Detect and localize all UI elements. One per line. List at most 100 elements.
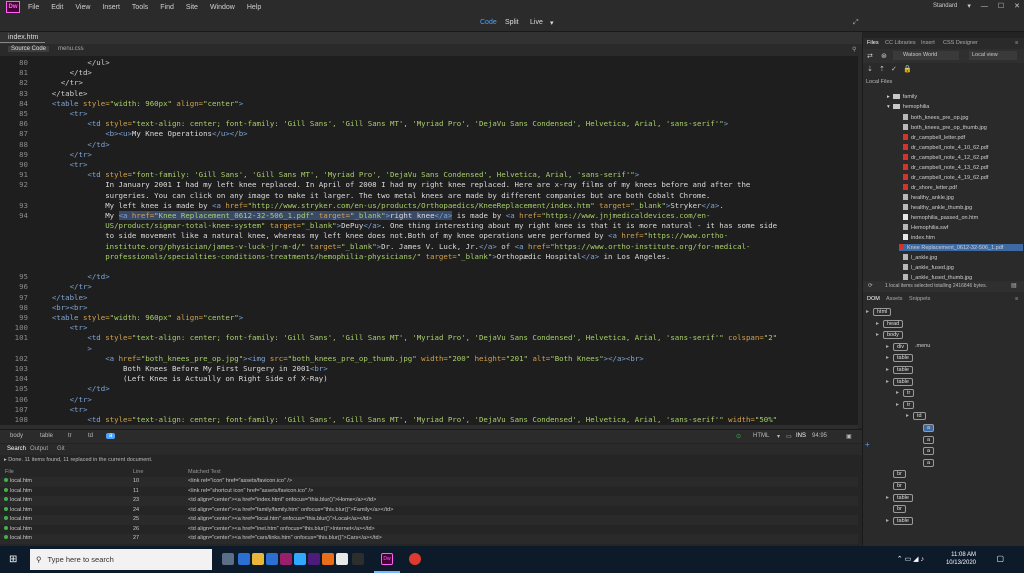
- check-circle-icon[interactable]: ⊙: [736, 433, 741, 440]
- code-line[interactable]: <a href="both_knees_pre_op.jpg"><img src…: [34, 354, 644, 364]
- dom-node-br[interactable]: br: [893, 505, 906, 514]
- dom-node-html[interactable]: html: [873, 308, 892, 316]
- code-line[interactable]: surgeries. You can click on any image to…: [34, 191, 710, 201]
- dom-node-br[interactable]: br: [893, 470, 906, 479]
- chevron-icon[interactable]: ▸: [886, 494, 889, 501]
- windows-start-icon[interactable]: ⊞: [9, 554, 17, 565]
- chevron-icon[interactable]: ▸: [886, 343, 889, 350]
- code-line[interactable]: </ul>: [34, 58, 109, 68]
- connect-icon[interactable]: ⇄: [867, 52, 873, 60]
- col-header-line[interactable]: Line: [133, 469, 143, 475]
- code-line[interactable]: </table>: [34, 89, 88, 99]
- file-item[interactable]: index.htm: [903, 234, 935, 241]
- file-item[interactable]: dr_campbell_note_4_12_62.pdf: [903, 154, 988, 161]
- dom-node-a[interactable]: a: [923, 424, 935, 432]
- dom-node-table[interactable]: table: [893, 354, 913, 363]
- file-item[interactable]: dr_campbell_note_4_13_62.pdf: [903, 164, 988, 171]
- file-item[interactable]: dr_shore_letter.pdf: [903, 184, 957, 191]
- tab-cc-libraries[interactable]: CC Libraries: [885, 40, 916, 46]
- dom-node-table[interactable]: table: [893, 516, 913, 525]
- code-line[interactable]: (Left Knee is Actually on Right Side of …: [34, 374, 328, 384]
- code-line[interactable]: In January 2001 I had my left knee repla…: [34, 180, 750, 190]
- photoshop-icon[interactable]: [294, 553, 306, 565]
- code-line[interactable]: </td>: [34, 384, 109, 394]
- file-item[interactable]: l_ankle_fused.jpg: [903, 264, 954, 271]
- notifications-icon[interactable]: ▢: [996, 554, 1004, 563]
- split-view-button[interactable]: Split: [505, 19, 519, 26]
- dom-node-div[interactable]: div: [893, 342, 909, 351]
- code-editor[interactable]: 80 </ul> 81 </td> 82 </tr> 83 </table> 84 <t…: [0, 56, 858, 428]
- file-item[interactable]: ▸ family: [887, 94, 917, 100]
- live-view-button[interactable]: Live: [530, 19, 543, 26]
- code-line[interactable]: <br><br>: [34, 303, 88, 313]
- code-line[interactable]: </td>: [34, 68, 92, 78]
- panel-menu-icon[interactable]: ≡: [1015, 40, 1018, 46]
- firefox-icon[interactable]: [322, 553, 334, 565]
- dreamweaver-taskbar-icon[interactable]: Dw: [381, 553, 393, 565]
- code-line[interactable]: </td>: [34, 140, 109, 150]
- code-line[interactable]: <table style="width: 960px" align="cente…: [34, 313, 243, 323]
- file-item[interactable]: both_knees_pre_op.jpg: [903, 114, 969, 121]
- tag-selector-table[interactable]: table: [40, 433, 53, 439]
- chevron-icon[interactable]: ▸: [906, 412, 909, 419]
- window-size-icon[interactable]: ▣: [846, 433, 852, 440]
- mail-icon[interactable]: [266, 553, 278, 565]
- result-row[interactable]: local.htm 25 <td align="center"><a href="l…: [0, 515, 858, 525]
- dom-node-a[interactable]: a: [923, 458, 935, 467]
- app-icon[interactable]: [308, 553, 320, 565]
- chevron-icon[interactable]: ▸: [866, 308, 869, 315]
- chrome-icon[interactable]: [336, 553, 348, 565]
- dom-node-tr[interactable]: tr: [903, 400, 915, 409]
- chevron-down-icon[interactable]: ▾: [777, 433, 780, 440]
- log-icon[interactable]: ▤: [1011, 282, 1017, 289]
- check-out-icon[interactable]: ✓: [891, 65, 897, 73]
- menu-window[interactable]: Window: [210, 4, 235, 11]
- refresh-icon[interactable]: ⊛: [881, 52, 887, 60]
- code-line[interactable]: My left knee is made by <a href="http://…: [34, 201, 724, 211]
- dom-node-a[interactable]: a: [923, 447, 935, 456]
- code-line[interactable]: US/product/sigmar-total-knee-system" tar…: [34, 221, 777, 231]
- code-line[interactable]: </tr>: [34, 78, 83, 88]
- result-row[interactable]: local.htm 10 <link rel="icon" href="assets…: [0, 477, 858, 487]
- tray-icons[interactable]: ⌃ ▭ ◢ ♪: [897, 555, 924, 563]
- taskbar-search[interactable]: ⚲ Type here to search: [30, 549, 212, 570]
- dom-node-td[interactable]: td: [913, 412, 926, 421]
- premiere-icon[interactable]: [280, 553, 292, 565]
- menu-view[interactable]: View: [75, 4, 90, 11]
- code-line[interactable]: <tr>: [34, 405, 88, 415]
- preview-icon[interactable]: ▭: [786, 433, 792, 440]
- dom-node-br[interactable]: br: [893, 482, 906, 490]
- document-type-select[interactable]: HTML: [753, 433, 769, 439]
- clock[interactable]: 11:08 AM 10/13/2020: [946, 551, 976, 567]
- code-line[interactable]: >: [34, 344, 91, 354]
- tab-search[interactable]: Search: [7, 446, 26, 452]
- file-item[interactable]: healthy_ankle.jpg: [903, 194, 954, 201]
- menu-css-tab[interactable]: menu.css: [55, 46, 87, 52]
- code-line[interactable]: to side movement like a natural knee, wh…: [34, 231, 728, 241]
- dom-node-table[interactable]: table: [893, 493, 913, 502]
- chrome-taskbar-icon[interactable]: [409, 553, 421, 565]
- tab-index-htm[interactable]: index.htm: [8, 34, 38, 41]
- edge-icon[interactable]: [238, 553, 250, 565]
- tab-insert[interactable]: Insert: [921, 40, 935, 46]
- filter-icon[interactable]: ⚲: [849, 46, 859, 53]
- menu-file[interactable]: File: [28, 4, 39, 11]
- code-line[interactable]: My <a href="Knee Replacement_0612-32-506…: [34, 211, 710, 221]
- code-line[interactable]: </tr>: [34, 150, 92, 160]
- code-line[interactable]: <td style="font-family: 'Gill Sans', 'Gi…: [34, 170, 639, 180]
- tag-selector-a[interactable]: a: [106, 433, 116, 439]
- chevron-icon[interactable]: ▸: [896, 401, 899, 408]
- code-line[interactable]: <tr>: [34, 109, 88, 119]
- chevron-icon[interactable]: ▸: [876, 331, 879, 338]
- result-row[interactable]: local.htm 26 <td align="center"><a href="i…: [0, 525, 858, 535]
- file-item[interactable]: Hemophilia.swf: [903, 224, 948, 231]
- file-item[interactable]: dr_campbell_note_4_19_62.pdf: [903, 174, 988, 181]
- file-item[interactable]: healthy_ankle_thumb.jpg: [903, 204, 972, 211]
- col-header-matched-text[interactable]: Matched Text: [188, 469, 221, 475]
- put-files-icon[interactable]: ⇡: [879, 65, 885, 73]
- chevron-icon[interactable]: ▸: [886, 378, 889, 385]
- result-row[interactable]: local.htm 24 <td align="center"><a href="f…: [0, 506, 858, 516]
- code-line[interactable]: <td style="text-align: center; font-fami…: [34, 119, 728, 129]
- dom-node-tr[interactable]: tr: [903, 389, 915, 398]
- menu-insert[interactable]: Insert: [102, 4, 120, 11]
